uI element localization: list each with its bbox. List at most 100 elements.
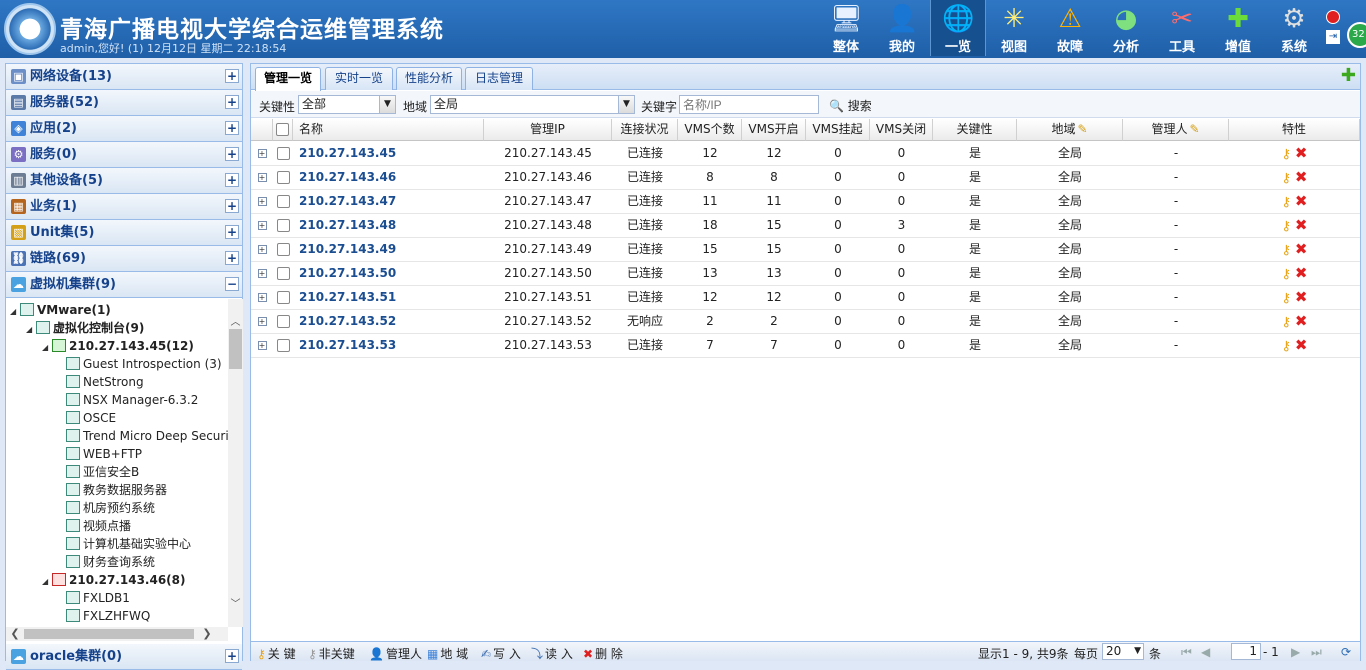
expand-toggle[interactable]: + [225, 173, 239, 187]
expand-toggle[interactable]: + [225, 95, 239, 109]
nav-item-gear[interactable]: ⚙ 系统 [1266, 0, 1322, 56]
tree-node[interactable]: 亚信安全B [66, 463, 139, 481]
row-expand-cell[interactable]: + [251, 190, 273, 214]
key-icon[interactable]: ⚷ [1282, 219, 1292, 234]
footer-action-5[interactable]: ⤵ 读 入 [531, 645, 573, 662]
chevron-down-icon[interactable]: ▼ [1134, 644, 1141, 659]
row-checkbox[interactable] [276, 243, 290, 256]
next-page-icon[interactable]: ▶ [1291, 645, 1300, 659]
column-header[interactable]: VMS挂起 [806, 119, 870, 141]
key-icon[interactable]: ⚷ [1282, 267, 1292, 282]
expand-plus-icon[interactable]: + [257, 317, 267, 326]
hscroll-thumb[interactable] [24, 629, 194, 639]
delete-icon[interactable]: ✖ [1295, 336, 1308, 354]
row-select-cell[interactable] [273, 214, 293, 238]
column-header[interactable]: 管理IP [484, 119, 612, 141]
exit-icon[interactable]: ⇥ [1326, 30, 1340, 44]
cell-name[interactable]: 210.27.143.49 [293, 238, 484, 262]
row-checkbox[interactable] [276, 315, 290, 328]
nav-item-monitor[interactable]: 🖥 整体 [818, 0, 874, 56]
sidebar-group-oracle[interactable]: ☁ oracle集群(0) + [6, 644, 242, 670]
row-select-cell[interactable] [273, 310, 293, 334]
tree-node[interactable]: NSX Manager-6.3.2 [66, 391, 198, 409]
tree-node[interactable]: 教务数据服务器 [66, 481, 167, 499]
column-header[interactable]: VMS开启 [742, 119, 806, 141]
key-icon[interactable]: ⚷ [1282, 195, 1292, 210]
tree-node[interactable]: WEB+FTP [66, 445, 142, 463]
expand-toggle[interactable]: + [225, 251, 239, 265]
row-expand-cell[interactable]: + [251, 142, 273, 166]
delete-icon[interactable]: ✖ [1295, 240, 1308, 258]
row-expand-cell[interactable]: + [251, 238, 273, 262]
select-all-checkbox[interactable] [276, 123, 289, 136]
nav-item-plus[interactable]: ✚ 增值 [1210, 0, 1266, 56]
expand-toggle[interactable]: + [225, 69, 239, 83]
region-select[interactable]: 全局 ▼ [430, 95, 635, 114]
importance-select[interactable]: 全部 ▼ [298, 95, 396, 114]
key-icon[interactable]: ⚷ [1282, 171, 1292, 186]
tab-log-management[interactable]: 日志管理 [465, 67, 533, 90]
row-checkbox[interactable] [276, 171, 290, 184]
nav-item-user[interactable]: 👤 我的 [874, 0, 930, 56]
row-expand-cell[interactable]: + [251, 166, 273, 190]
key-icon[interactable]: ⚷ [1282, 243, 1292, 258]
footer-action-1[interactable]: ⚷ 非关键 [308, 645, 355, 662]
row-select-cell[interactable] [273, 286, 293, 310]
tree-node[interactable]: 财务查询系统 [66, 553, 155, 571]
nav-item-pie-chart[interactable]: ◕ 分析 [1098, 0, 1154, 56]
scroll-up-icon[interactable]: ︿ [228, 313, 243, 329]
delete-icon[interactable]: ✖ [1295, 312, 1308, 330]
table-row[interactable]: +210.27.143.50 210.27.143.50 已连接 13 13 0 0 是 全局 -… [251, 262, 1360, 286]
nav-item-network[interactable]: ✳ 视图 [986, 0, 1042, 56]
tree-node[interactable]: ◢ 210.27.143.46(8) [42, 571, 186, 589]
cell-name[interactable]: 210.27.143.53 [293, 334, 484, 358]
cell-name[interactable]: 210.27.143.47 [293, 190, 484, 214]
tree-node[interactable]: 视频点播 [66, 517, 131, 535]
cell-name[interactable]: 210.27.143.45 [293, 142, 484, 166]
footer-action-2[interactable]: 👤 管理人 [369, 645, 422, 662]
row-select-cell[interactable] [273, 190, 293, 214]
column-header[interactable]: 地域 ✎ [1017, 119, 1123, 141]
expand-plus-icon[interactable]: + [257, 221, 267, 230]
chevron-down-icon[interactable]: ▼ [618, 96, 634, 113]
add-tab-icon[interactable]: ✚ [1341, 67, 1356, 85]
table-row[interactable]: +210.27.143.46 210.27.143.46 已连接 8 8 0 0 是 全局 - ⚷ … [251, 166, 1360, 190]
expand-toggle[interactable]: − [225, 277, 239, 291]
sidebar-group-4[interactable]: ▥ 其他设备(5) + [6, 168, 242, 194]
footer-action-0[interactable]: ⚷ 关 键 [257, 645, 296, 662]
column-header[interactable]: 名称 [293, 119, 484, 141]
row-expand-cell[interactable]: + [251, 334, 273, 358]
last-page-icon[interactable]: ⏭ [1311, 645, 1322, 660]
row-checkbox[interactable] [276, 195, 290, 208]
row-expand-cell[interactable]: + [251, 214, 273, 238]
footer-action-3[interactable]: ▦ 地 域 [427, 645, 468, 662]
chevron-down-icon[interactable]: ▼ [379, 96, 395, 113]
row-select-cell[interactable] [273, 142, 293, 166]
row-checkbox[interactable] [276, 291, 290, 304]
sidebar-group-2[interactable]: ◈ 应用(2) + [6, 116, 242, 142]
row-expand-cell[interactable]: + [251, 262, 273, 286]
sidebar-group-5[interactable]: ▦ 业务(1) + [6, 194, 242, 220]
delete-icon[interactable]: ✖ [1295, 264, 1308, 282]
expand-plus-icon[interactable]: + [257, 269, 267, 278]
tree-node[interactable]: NetStrong [66, 373, 144, 391]
edit-pencil-icon[interactable]: ✎ [1189, 122, 1199, 136]
cell-name[interactable]: 210.27.143.46 [293, 166, 484, 190]
column-header[interactable]: 管理人 ✎ [1123, 119, 1229, 141]
delete-icon[interactable]: ✖ [1295, 216, 1308, 234]
tree-expand-icon[interactable]: ◢ [10, 303, 20, 321]
key-icon[interactable]: ⚷ [1282, 315, 1292, 330]
column-header[interactable]: VMS个数 [678, 119, 742, 141]
tab-management-overview[interactable]: 管理一览 [255, 67, 321, 91]
tree-node[interactable]: Guest Introspection (3) [66, 355, 222, 373]
footer-action-6[interactable]: ✖ 删 除 [583, 645, 623, 662]
tab-realtime-overview[interactable]: 实时一览 [325, 67, 393, 90]
table-row[interactable]: +210.27.143.47 210.27.143.47 已连接 11 11 0 0 是 全局 -… [251, 190, 1360, 214]
table-row[interactable]: +210.27.143.51 210.27.143.51 已连接 12 12 0 0 是 全局 -… [251, 286, 1360, 310]
column-header[interactable]: 连接状况 [612, 119, 678, 141]
delete-icon[interactable]: ✖ [1295, 192, 1308, 210]
row-select-cell[interactable] [273, 166, 293, 190]
expand-toggle[interactable]: + [225, 225, 239, 239]
expand-toggle[interactable]: + [225, 199, 239, 213]
alarm-light-icon[interactable] [1326, 10, 1340, 24]
